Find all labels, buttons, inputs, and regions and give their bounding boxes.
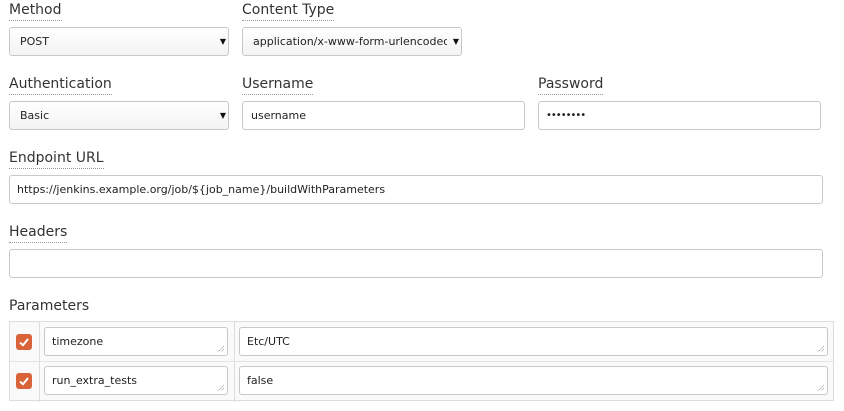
method-value: POST	[20, 35, 49, 48]
parameter-key-value: timezone	[52, 335, 104, 348]
parameters-table: timezone Etc/UTC run_extra_tests false	[9, 321, 834, 402]
parameter-value-input[interactable]: false	[239, 366, 828, 395]
parameter-value-input[interactable]: Etc/UTC	[239, 327, 828, 356]
endpoint-url-field[interactable]: https://jenkins.example.org/job/${job_na…	[9, 175, 823, 204]
headers-label: Headers	[9, 223, 68, 243]
check-icon	[19, 338, 29, 347]
resize-grip-icon[interactable]	[817, 345, 825, 353]
parameter-value-text: Etc/UTC	[247, 335, 290, 348]
authentication-select[interactable]: Basic ▼	[9, 101, 229, 130]
content-type-value: application/x-www-form-urlencoded	[253, 35, 447, 48]
headers-field[interactable]	[9, 249, 823, 278]
password-field[interactable]: ••••••••	[538, 101, 821, 130]
content-type-select[interactable]: application/x-www-form-urlencoded ▼	[242, 27, 462, 56]
authentication-label: Authentication	[9, 75, 112, 95]
resize-grip-icon[interactable]	[217, 345, 225, 353]
password-value: ••••••••	[546, 110, 586, 121]
check-icon	[19, 377, 29, 386]
username-label: Username	[242, 75, 314, 95]
parameter-key-input[interactable]: timezone	[44, 327, 228, 356]
username-field[interactable]: username	[242, 101, 525, 130]
caret-down-icon: ▼	[219, 36, 226, 46]
endpoint-url-value: https://jenkins.example.org/job/${job_na…	[17, 183, 386, 196]
username-value: username	[251, 109, 306, 122]
parameter-key-input[interactable]: run_extra_tests	[44, 366, 228, 395]
resize-grip-icon[interactable]	[217, 384, 225, 392]
password-label: Password	[538, 75, 604, 95]
authentication-value: Basic	[20, 109, 50, 122]
method-select[interactable]: POST ▼	[9, 27, 229, 56]
parameter-key-value: run_extra_tests	[52, 374, 137, 387]
endpoint-url-label: Endpoint URL	[9, 149, 104, 169]
parameter-enable-checkbox[interactable]	[16, 334, 32, 350]
parameters-label: Parameters	[9, 298, 90, 314]
parameter-value-text: false	[247, 374, 274, 387]
caret-down-icon: ▼	[219, 110, 226, 120]
caret-down-icon: ▼	[452, 36, 459, 46]
resize-grip-icon[interactable]	[817, 384, 825, 392]
method-label: Method	[9, 1, 62, 21]
content-type-label: Content Type	[242, 1, 335, 21]
parameter-enable-checkbox[interactable]	[16, 373, 32, 389]
